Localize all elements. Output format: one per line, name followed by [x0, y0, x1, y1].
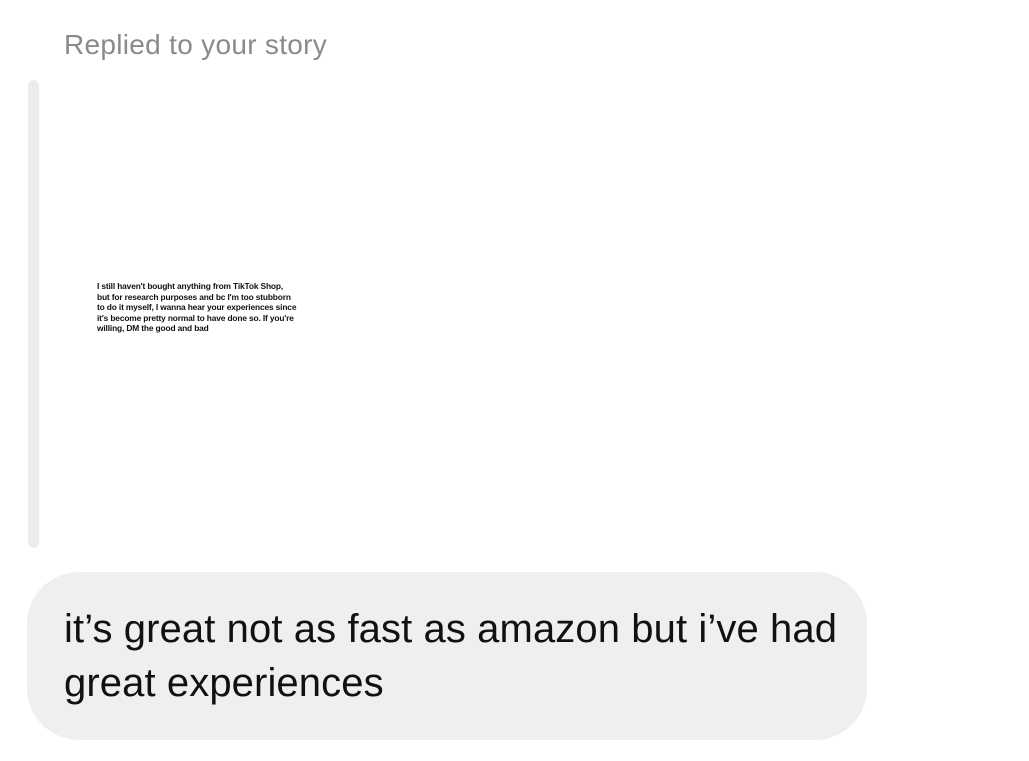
- message-text: it’s great not as fast as amazon but i’v…: [64, 607, 838, 705]
- story-preview-thumbnail[interactable]: I still haven't bought anything from Tik…: [64, 80, 364, 548]
- replied-to-story-label: Replied to your story: [64, 29, 328, 60]
- story-preview-text: I still haven't bought anything from Tik…: [97, 281, 297, 334]
- reply-quote-bar: [28, 80, 39, 548]
- message-bubble[interactable]: it’s great not as fast as amazon but i’v…: [27, 572, 867, 740]
